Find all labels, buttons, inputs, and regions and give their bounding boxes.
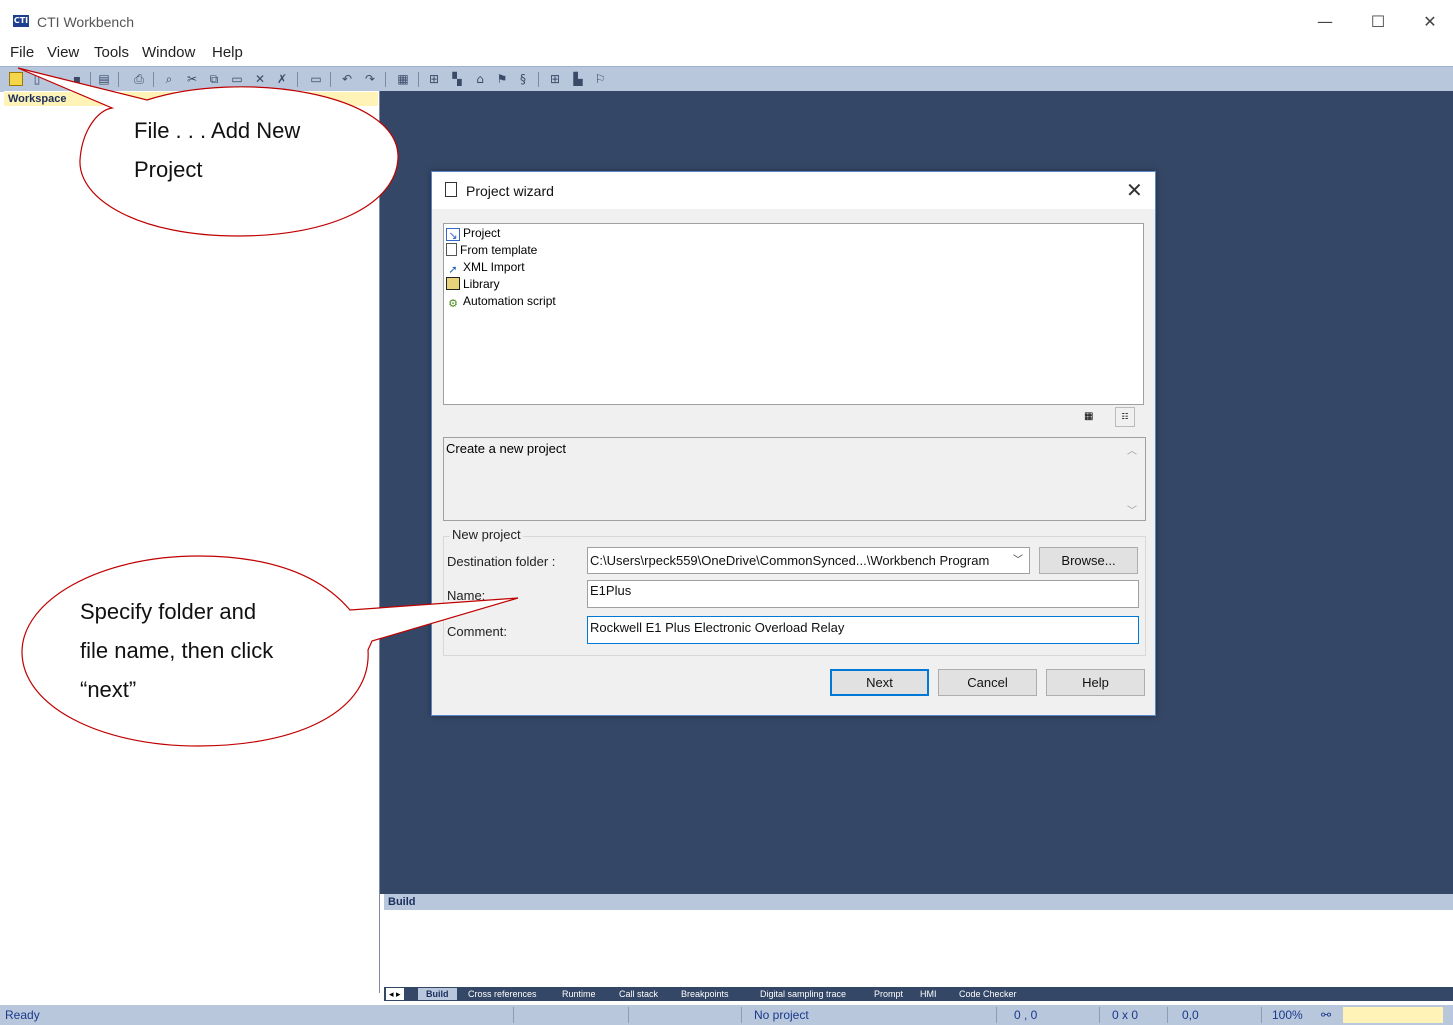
- callout-bottom-text: Specify folder and file name, then click…: [80, 599, 274, 702]
- callout-top-text: File . . . Add New Project: [134, 118, 301, 182]
